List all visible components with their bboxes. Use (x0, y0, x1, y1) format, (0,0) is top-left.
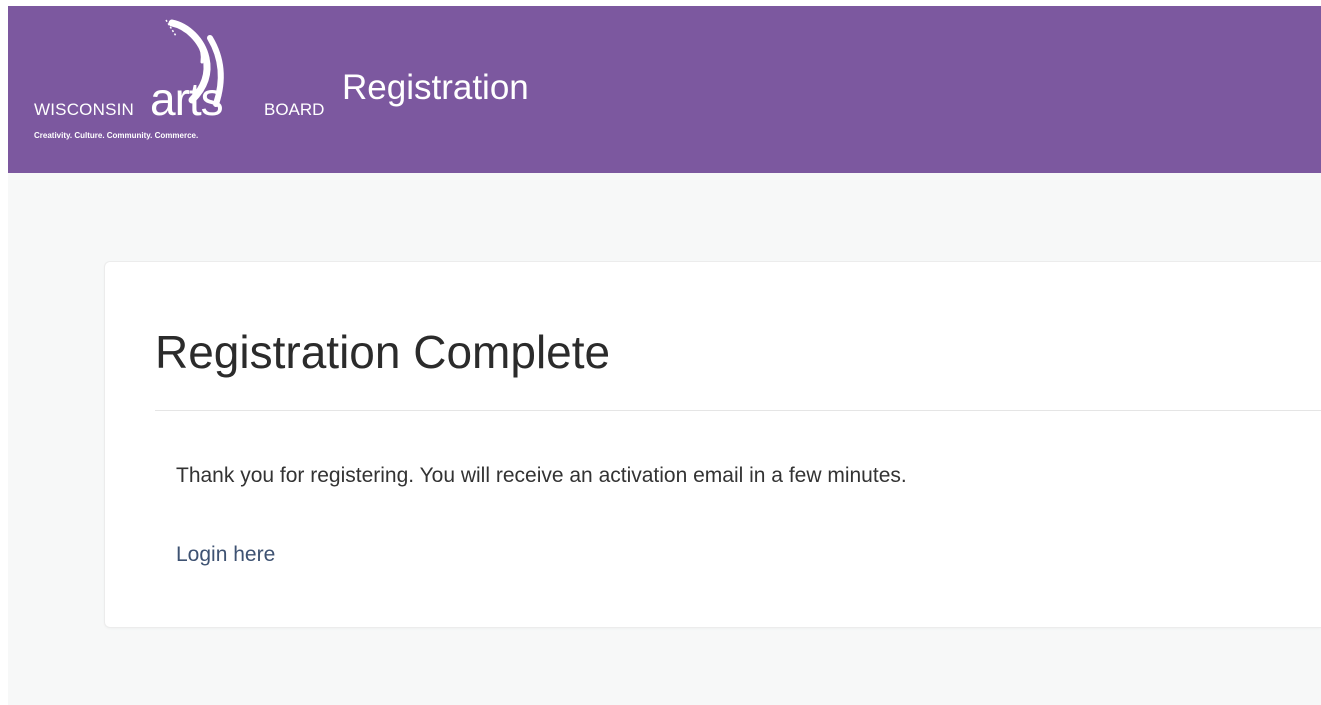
site-header: WISCONSIN arts BOARD Creativity. Culture… (8, 6, 1321, 173)
logo-board-text: BOARD (264, 100, 325, 119)
confirmation-message: Thank you for registering. You will rece… (176, 464, 907, 487)
logo-tagline: Creativity. Culture. Community. Commerce… (34, 131, 199, 140)
header-title: Registration (342, 68, 529, 107)
title-divider (155, 410, 1321, 411)
logo-arts-text: arts (150, 73, 224, 125)
logo-wisconsin-text: WISCONSIN (34, 100, 135, 119)
login-link[interactable]: Login here (176, 542, 275, 568)
page-title: Registration Complete (155, 326, 611, 378)
registration-complete-card: Registration Complete Thank you for regi… (104, 261, 1321, 628)
wisconsin-arts-board-logo[interactable]: WISCONSIN arts BOARD Creativity. Culture… (34, 18, 334, 148)
page: WISCONSIN arts BOARD Creativity. Culture… (0, 0, 1321, 705)
